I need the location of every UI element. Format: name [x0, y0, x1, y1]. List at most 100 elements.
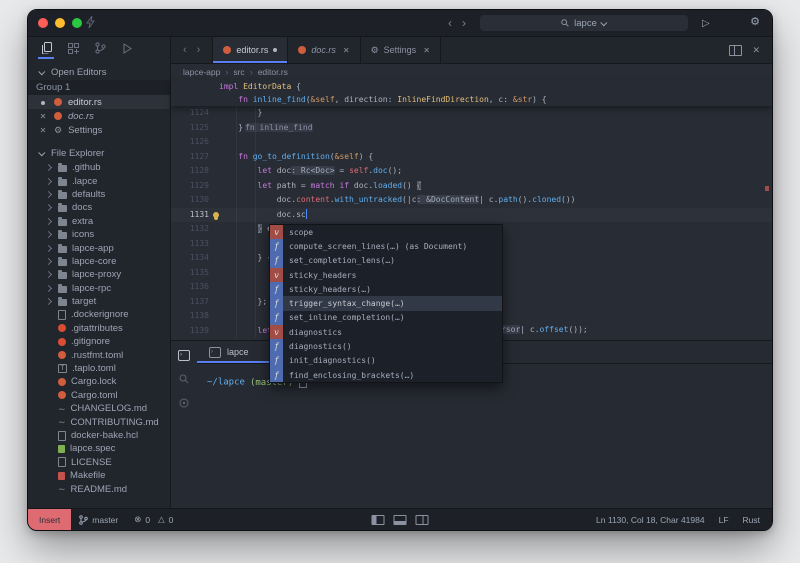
tree-folder-lapce-core[interactable]: lapce-core	[28, 255, 170, 268]
problems-indicator[interactable]: ⊗ 0 △ 0	[126, 514, 181, 525]
completion-item[interactable]: finit_diagnostics()	[270, 354, 502, 368]
tree-file-lapce.spec[interactable]: lapce.spec	[28, 442, 170, 455]
code-line-1127[interactable]: 1127 fn go_to_definition(&self) {	[171, 150, 772, 165]
tree-folder-.github[interactable]: .github	[28, 161, 170, 174]
tab-label: Settings	[384, 45, 417, 55]
tree-file-.gitignore[interactable]: .gitignore	[28, 335, 170, 348]
run-button[interactable]: ▷	[696, 15, 716, 33]
tree-folder-extra[interactable]: extra	[28, 215, 170, 228]
tree-folder-docs[interactable]: docs	[28, 201, 170, 214]
line-ending[interactable]: LF	[719, 515, 729, 525]
completion-item[interactable]: fset_inline_completion(…)	[270, 311, 502, 325]
completion-item[interactable]: fset_completion_lens(…)	[270, 254, 502, 268]
code-line-1128[interactable]: 1128 let doc: Rc<Doc> = self.doc();	[171, 164, 772, 179]
completion-item[interactable]: ftrigger_syntax_change(…)	[270, 296, 502, 310]
completion-item[interactable]: fdiagnostics()	[270, 339, 502, 353]
code-line-1131[interactable]: 1131 doc.sc	[171, 208, 772, 223]
tree-folder-icons[interactable]: icons	[28, 228, 170, 241]
editor-group-header[interactable]: Group 1	[28, 80, 170, 95]
lightbulb-icon[interactable]	[213, 212, 219, 218]
source-control-icon[interactable]	[92, 37, 108, 59]
tab-Settings[interactable]: ⚙Settings✕	[361, 37, 441, 63]
open-editor-item[interactable]: ✕⚙Settings	[28, 123, 170, 137]
mode-badge[interactable]: Insert	[28, 509, 71, 530]
open-editors-header[interactable]: Open Editors	[28, 64, 170, 80]
tab-back-button[interactable]: ‹	[183, 44, 187, 56]
tree-file-Makefile[interactable]: Makefile	[28, 469, 170, 482]
tree-file-LICENSE[interactable]: LICENSE	[28, 456, 170, 469]
code-line-1129[interactable]: 1129 let path = match if doc.loaded() {	[171, 179, 772, 194]
zoom-window-button[interactable]	[72, 18, 82, 28]
language-mode[interactable]: Rust	[743, 515, 760, 525]
terminal-panel-icon[interactable]: ›	[178, 349, 190, 361]
tree-file-CONTRIBUTING.md[interactable]: ∼CONTRIBUTING.md	[28, 415, 170, 428]
breadcrumb-item[interactable]: editor.rs	[258, 67, 288, 77]
close-tab-icon[interactable]: ✕	[423, 46, 430, 55]
tree-folder-.lapce[interactable]: .lapce	[28, 174, 170, 187]
completion-item[interactable]: fcompute_screen_lines(…) (as Document)	[270, 239, 502, 253]
terminal-content[interactable]: ~/lapce(master)	[197, 364, 772, 508]
tab-forward-button[interactable]: ›	[197, 44, 201, 56]
tree-file-.dockerignore[interactable]: .dockerignore	[28, 308, 170, 321]
toggle-bottom-panel-icon[interactable]	[394, 515, 407, 525]
open-editor-item[interactable]: ✕doc.rs	[28, 109, 170, 123]
completion-item[interactable]: fsticky_headers(…)	[270, 282, 502, 296]
minimize-window-button[interactable]	[55, 18, 65, 28]
tree-file-.gitattributes[interactable]: .gitattributes	[28, 322, 170, 335]
close-window-button[interactable]	[38, 18, 48, 28]
tree-file-README.md[interactable]: ∼README.md	[28, 482, 170, 495]
tree-file-.rustfmt.toml[interactable]: .rustfmt.toml	[28, 348, 170, 361]
toggle-left-panel-icon[interactable]	[372, 515, 385, 525]
search-panel-icon[interactable]	[178, 373, 190, 385]
tree-folder-target[interactable]: target	[28, 295, 170, 308]
breadcrumb-item[interactable]: lapce-app	[183, 67, 220, 77]
tree-file-.taplo.toml[interactable]: T.taplo.toml	[28, 362, 170, 375]
close-icon[interactable]: ✕	[38, 112, 48, 121]
tree-file-docker-bake.hcl[interactable]: docker-bake.hcl	[28, 429, 170, 442]
plugins-icon[interactable]	[65, 37, 81, 59]
completion-item[interactable]: vscope	[270, 225, 502, 239]
code-line-1125[interactable]: 1125 }fn inline_find	[171, 121, 772, 136]
tree-file-CHANGELOG.md[interactable]: ∼CHANGELOG.md	[28, 402, 170, 415]
tab-doc.rs[interactable]: doc.rs✕	[288, 37, 360, 63]
explorer-icon[interactable]	[38, 37, 54, 59]
jump-back-button[interactable]: ‹	[448, 15, 452, 31]
code-editor[interactable]: impl EditorData { fn inline_find(&self, …	[171, 80, 772, 340]
sticky-line[interactable]: fn inline_find(&self, direction: InlineF…	[171, 93, 772, 106]
close-icon[interactable]: ✕	[38, 126, 48, 135]
file-explorer-header[interactable]: File Explorer	[28, 145, 170, 161]
function-kind-icon: f	[270, 354, 283, 368]
completion-item[interactable]: vsticky_headers	[270, 268, 502, 282]
command-palette[interactable]: lapce	[480, 15, 688, 31]
split-editor-icon[interactable]	[729, 45, 742, 56]
open-editor-item[interactable]: editor.rs	[28, 95, 170, 109]
code-line-1126[interactable]: 1126	[171, 135, 772, 150]
tree-folder-lapce-app[interactable]: lapce-app	[28, 241, 170, 254]
close-tab-icon[interactable]: ✕	[343, 46, 350, 55]
close-editor-icon[interactable]: ✕	[752, 45, 760, 56]
folder-name: defaults	[72, 189, 105, 200]
problems-panel-icon[interactable]	[178, 397, 190, 409]
breadcrumb-item[interactable]: src	[233, 67, 244, 77]
tree-folder-defaults[interactable]: defaults	[28, 188, 170, 201]
tree-file-Cargo.toml[interactable]: Cargo.toml	[28, 389, 170, 402]
cursor-position[interactable]: Ln 1130, Col 18, Char 41984	[596, 515, 705, 525]
sticky-line[interactable]: impl EditorData {	[171, 80, 772, 93]
folder-icon	[58, 165, 67, 172]
toggle-right-panel-icon[interactable]	[416, 515, 429, 525]
branch-indicator[interactable]: master	[71, 515, 126, 525]
code-line-1130[interactable]: 1130 doc.content.with_untracked(|c: &Doc…	[171, 193, 772, 208]
code-line-1124[interactable]: 1124 }	[171, 106, 772, 121]
tree-folder-lapce-rpc[interactable]: lapce-rpc	[28, 282, 170, 295]
tree-file-Cargo.lock[interactable]: Cargo.lock	[28, 375, 170, 388]
chevron-right-icon	[44, 165, 53, 170]
completion-item[interactable]: vdiagnostics	[270, 325, 502, 339]
tab-editor.rs[interactable]: editor.rs	[212, 37, 288, 63]
modified-dot[interactable]	[38, 98, 48, 107]
modified-dot[interactable]	[273, 48, 277, 52]
settings-gear-icon[interactable]: ⚙	[750, 15, 760, 28]
debug-icon[interactable]	[119, 37, 135, 59]
tree-folder-lapce-proxy[interactable]: lapce-proxy	[28, 268, 170, 281]
jump-forward-button[interactable]: ›	[462, 15, 466, 31]
completion-item[interactable]: ffind_enclosing_brackets(…)	[270, 368, 502, 382]
